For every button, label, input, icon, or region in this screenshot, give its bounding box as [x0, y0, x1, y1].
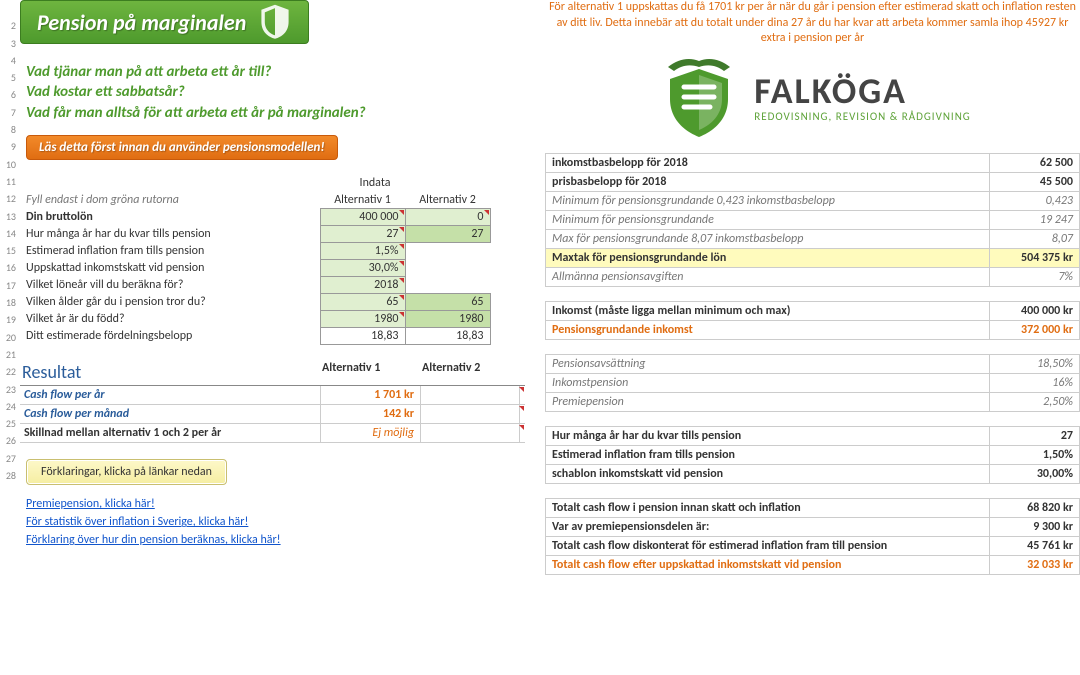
- row-number-gutter: 2345678910111213141516171819202122232425…: [0, 0, 18, 657]
- indata-cell-alt2: [405, 277, 490, 294]
- result-diff-row: Skillnad mellan alternativ 1 och 2 per å…: [20, 424, 525, 443]
- help-links: Premiepension, klicka här! För statistik…: [26, 495, 525, 549]
- indata-label: Uppskattad inkomstskatt vid pension: [20, 260, 320, 277]
- base-amounts-table: inkomstbasbelopp för 201862 500prisbasbe…: [545, 153, 1080, 287]
- table-value: 372 000 kr: [990, 320, 1080, 339]
- indata-cell-alt2: [405, 243, 490, 260]
- table-label: Totalt cash flow efter uppskattad inkoms…: [546, 555, 990, 574]
- link-pension-calc[interactable]: Förklaring över hur din pension beräknas…: [26, 533, 281, 547]
- indata-cell-alt2: 27: [405, 226, 490, 243]
- page-title: Pension på marginalen: [37, 9, 246, 36]
- table-label: Max för pensionsgrundande 8,07 inkomstba…: [546, 229, 990, 248]
- indata-label: Ditt estimerade fördelningsbelopp: [20, 328, 320, 345]
- table-value: 504 375 kr: [990, 248, 1080, 267]
- indata-heading: Indata: [290, 176, 460, 190]
- table-value: 27: [990, 426, 1080, 445]
- indata-cell-alt1[interactable]: 400 000: [320, 209, 405, 226]
- shield-icon: [258, 5, 292, 39]
- page-title-banner: Pension på marginalen: [20, 0, 309, 44]
- table-label: Estimerad inflation fram tills pension: [546, 445, 990, 464]
- indata-cell-alt1[interactable]: 65: [320, 294, 405, 311]
- table-label: schablon inkomstskatt vid pension: [546, 464, 990, 483]
- link-premiepension[interactable]: Premiepension, klicka här!: [26, 497, 155, 511]
- percent-table: Pensionsavsättning18,50%Inkomstpension16…: [545, 354, 1080, 412]
- table-value: 1,50%: [990, 445, 1080, 464]
- table-label: Minimum för pensionsgrundande 0,423 inko…: [546, 191, 990, 210]
- indata-label: Estimerad inflation fram tills pension: [20, 243, 320, 260]
- table-value: 30,00%: [990, 464, 1080, 483]
- result-row: Cash flow per år1 701 kr: [20, 386, 525, 405]
- table-label: Inkomst (måste ligga mellan minimum och …: [546, 301, 990, 320]
- table-label: Var av premiepensionsdelen är:: [546, 517, 990, 536]
- indata-label: Din bruttolön: [20, 209, 320, 226]
- summary-note: För alternativ 1 uppskattas du få 1701 k…: [545, 0, 1080, 47]
- link-inflation-stats[interactable]: För statistik över inflation i Sverige, …: [26, 515, 248, 529]
- indata-cell-alt1[interactable]: 2018: [320, 277, 405, 294]
- indata-cell-alt2: 18,83: [405, 328, 490, 345]
- indata-cell-alt1[interactable]: 30,0%: [320, 260, 405, 277]
- table-label: prisbasbelopp för 2018: [546, 172, 990, 191]
- indata-cell-alt2[interactable]: 0: [405, 209, 490, 226]
- totals-table: Totalt cash flow i pension innan skatt o…: [545, 498, 1080, 575]
- result-heading: Resultat Alternativ 1 Alternativ 2: [20, 357, 525, 386]
- indata-cell-alt1: 18,83: [320, 328, 405, 345]
- indata-label: Hur många år har du kvar tills pension: [20, 226, 320, 243]
- indata-table: Fyll endast i dom gröna rutorna Alternat…: [20, 192, 491, 346]
- brand-tagline: REDOVISNING, REVISION & RÅDGIVNING: [754, 111, 970, 122]
- table-label: Allmänna pensionsavgiften: [546, 267, 990, 286]
- table-label: Minimum för pensionsgrundande: [546, 210, 990, 229]
- falcon-shield-icon: [654, 53, 744, 143]
- indata-cell-alt1[interactable]: 1980: [320, 311, 405, 328]
- result-row: Cash flow per månad142 kr: [20, 405, 525, 424]
- table-label: Pensionsgrundande inkomst: [546, 320, 990, 339]
- income-table: Inkomst (måste ligga mellan minimum och …: [545, 301, 1080, 340]
- explanations-button[interactable]: Förklaringar, klicka på länkar nedan: [26, 459, 227, 485]
- table-value: 62 500: [990, 153, 1080, 172]
- indata-hint: Fyll endast i dom gröna rutorna: [20, 192, 320, 209]
- indata-cell-alt1[interactable]: 1,5%: [320, 243, 405, 260]
- table-label: inkomstbasbelopp för 2018: [546, 153, 990, 172]
- indata-label: Vilket år är du född?: [20, 311, 320, 328]
- indata-cell-alt1[interactable]: 27: [320, 226, 405, 243]
- table-label: Maxtak för pensionsgrundande lön: [546, 248, 990, 267]
- table-value: 7%: [990, 267, 1080, 286]
- brand-name: FALKÖGA: [754, 73, 970, 109]
- indata-cell-alt2: [405, 260, 490, 277]
- indata-cell-alt2: 1980: [405, 311, 490, 328]
- indata-cell-alt2: 65: [405, 294, 490, 311]
- table-label: Totalt cash flow diskonterat för estimer…: [546, 536, 990, 555]
- table-value: 19 247: [990, 210, 1080, 229]
- read-first-button[interactable]: Läs detta först innan du använder pensio…: [26, 135, 338, 160]
- table-value: 45 761 kr: [990, 536, 1080, 555]
- table-value: 45 500: [990, 172, 1080, 191]
- table-value: 0,423: [990, 191, 1080, 210]
- intro-questions: Vad tjänar man på att arbeta ett år till…: [26, 62, 525, 123]
- indata-label: Vilket löneår vill du beräkna för?: [20, 277, 320, 294]
- table-value: 2,50%: [990, 392, 1080, 411]
- table-value: 400 000 kr: [990, 301, 1080, 320]
- table-value: 32 033 kr: [990, 555, 1080, 574]
- table-label: Totalt cash flow i pension innan skatt o…: [546, 498, 990, 517]
- table-label: Inkomstpension: [546, 373, 990, 392]
- table-value: 16%: [990, 373, 1080, 392]
- table-label: Pensionsavsättning: [546, 354, 990, 373]
- table-label: Hur många år har du kvar tills pension: [546, 426, 990, 445]
- indata-label: Vilken ålder går du i pension tror du?: [20, 294, 320, 311]
- table-value: 9 300 kr: [990, 517, 1080, 536]
- brand-logo: FALKÖGA REDOVISNING, REVISION & RÅDGIVNI…: [545, 53, 1080, 143]
- years-table: Hur många år har du kvar tills pension27…: [545, 426, 1080, 484]
- table-label: Premiepension: [546, 392, 990, 411]
- table-value: 8,07: [990, 229, 1080, 248]
- table-value: 18,50%: [990, 354, 1080, 373]
- table-value: 68 820 kr: [990, 498, 1080, 517]
